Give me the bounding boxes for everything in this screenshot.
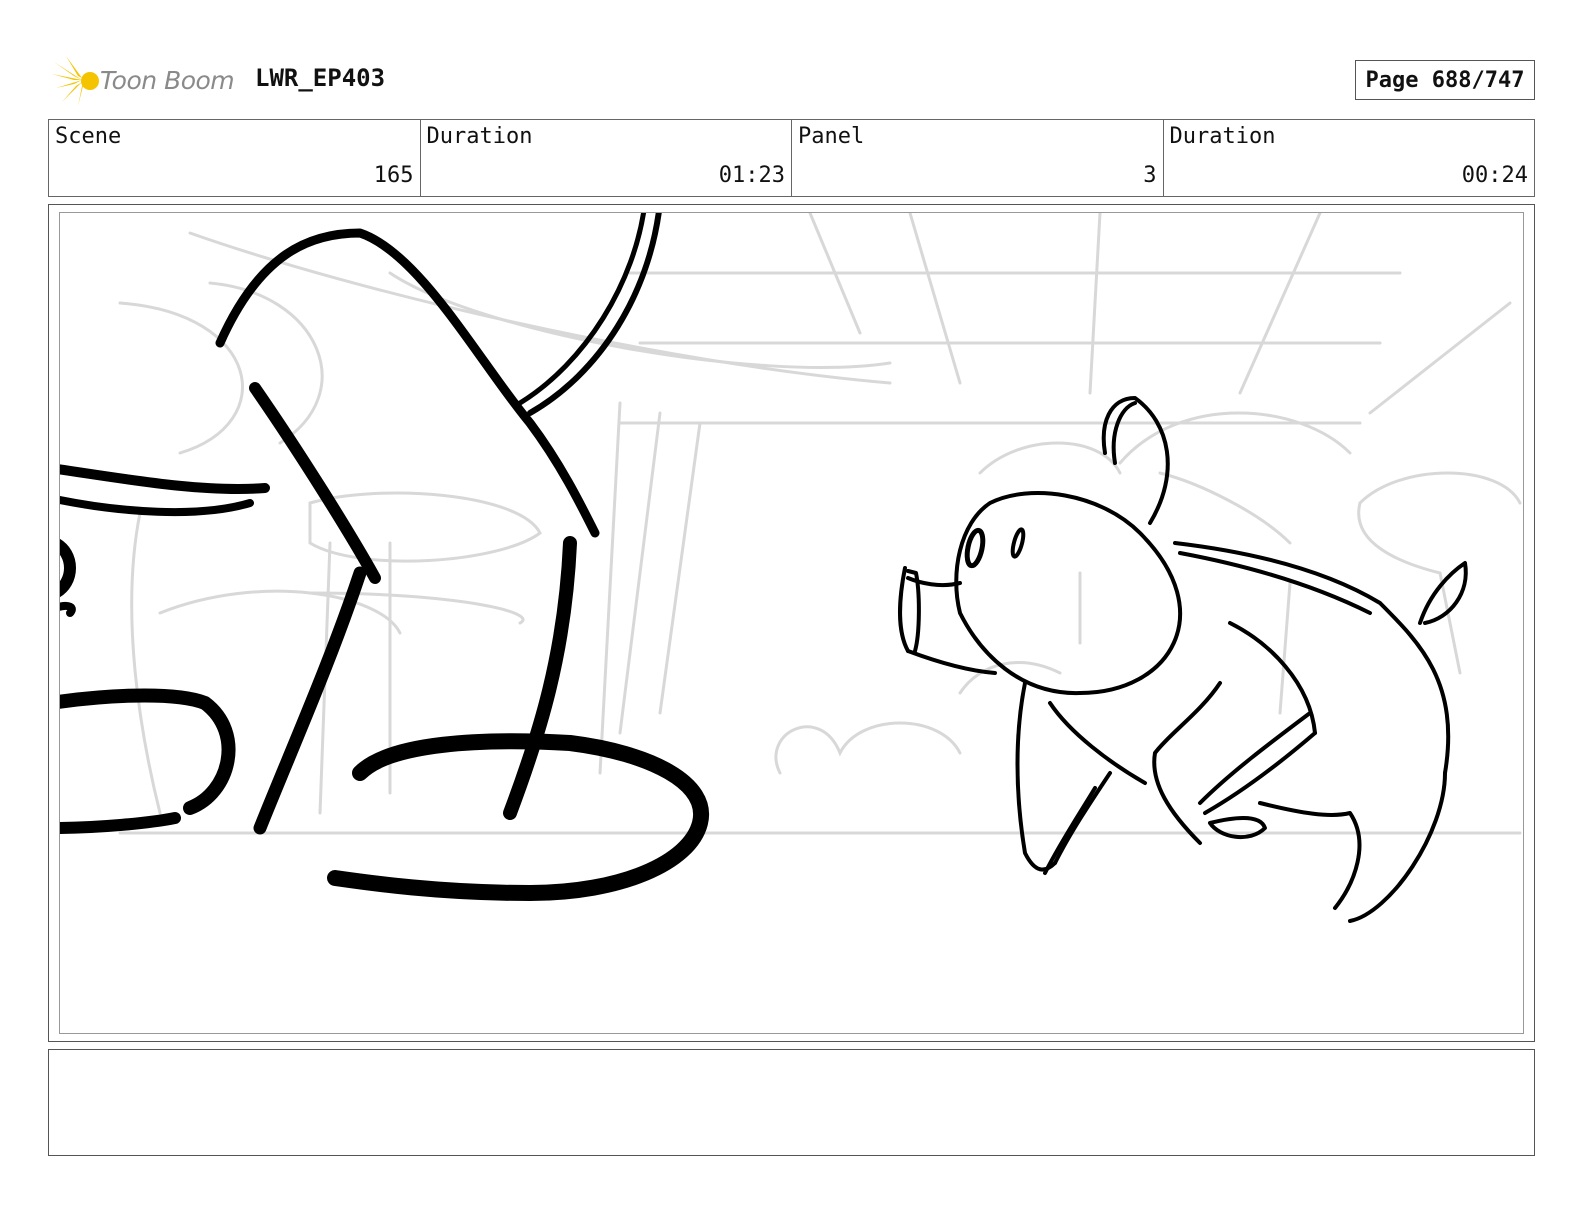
scene-label: Scene (55, 124, 122, 149)
panel-duration-label: Duration (1169, 124, 1276, 149)
scene-duration-cell: Duration 01:23 (421, 120, 792, 196)
pig-character-sketch (898, 396, 1468, 923)
panel-label: Panel (798, 124, 865, 149)
project-title: LWR_EP403 (255, 64, 386, 92)
panel-notes-box (48, 1049, 1535, 1156)
logo-wordmark: Toon Boom (100, 66, 235, 95)
scene-number: 165 (373, 163, 414, 188)
panel-duration-value: 00:24 (1461, 163, 1528, 188)
scene-duration-label: Duration (426, 124, 533, 149)
scene-cell: Scene 165 (49, 120, 421, 196)
storyboard-panel-image (59, 212, 1524, 1034)
panel-cell: Panel 3 (792, 120, 1164, 196)
panel-duration-cell: Duration 00:24 (1164, 120, 1535, 196)
panel-number: 3 (1143, 163, 1157, 188)
page-indicator: Page 688/747 (1355, 60, 1535, 100)
scene-duration-value: 01:23 (718, 163, 785, 188)
background-rough-sketch (118, 213, 1522, 835)
scene-info-row: Scene 165 Duration 01:23 Panel 3 Duratio… (48, 119, 1535, 197)
